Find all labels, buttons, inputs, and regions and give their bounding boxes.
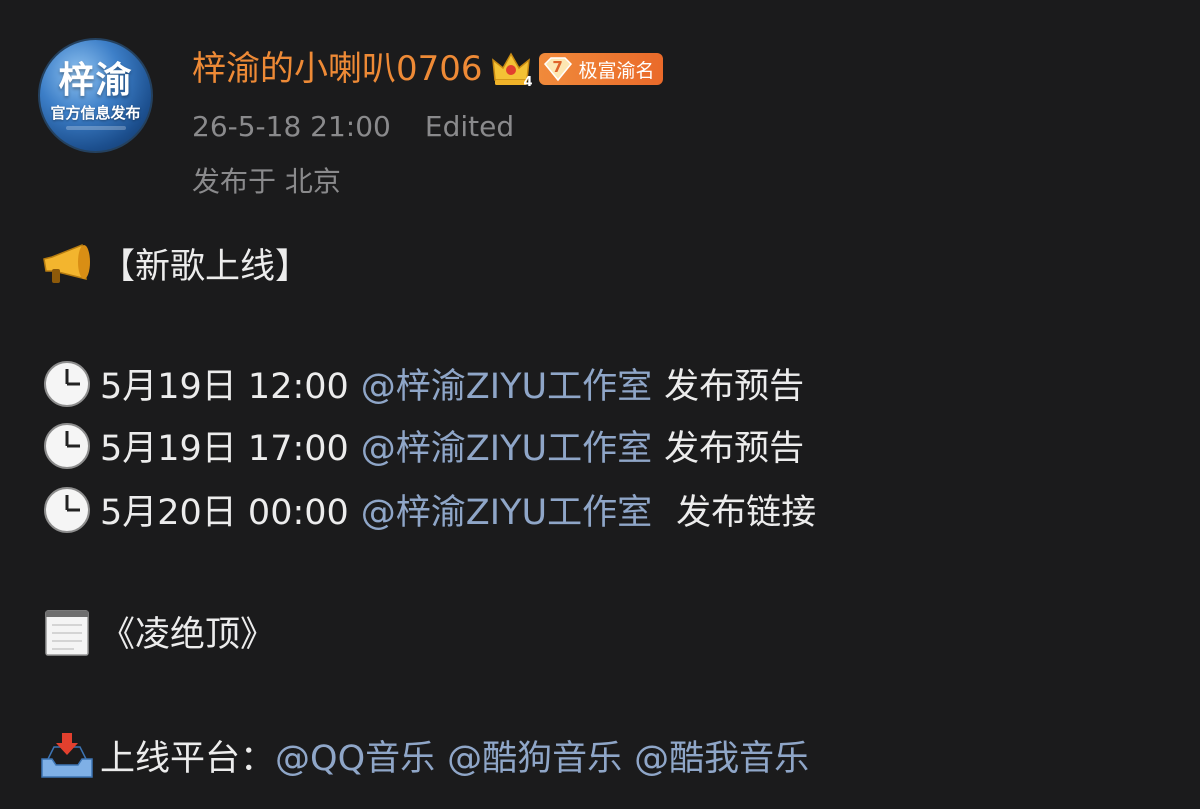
diamond-badge-icon: 7 <box>543 56 573 82</box>
song-line: 《凌绝顶》 <box>38 606 275 657</box>
schedule-action: 发布预告 <box>664 367 805 407</box>
schedule-time: 5月19日 17:00 <box>100 429 349 469</box>
weibo-post: 梓渝 官方信息发布 梓渝的小喇叭0706 4 7 极富渝名 26-5-18 21… <box>0 0 1200 809</box>
song-title: 《凌绝顶》 <box>100 615 276 655</box>
platform-line: 上线平台： @QQ音乐 @酷狗音乐 @酷我音乐 <box>38 730 809 781</box>
megaphone-icon <box>38 239 96 289</box>
edited-label[interactable]: Edited <box>425 110 514 143</box>
inbox-tray-icon <box>38 731 96 781</box>
post-meta: 26-5-18 21:00 Edited <box>192 110 514 143</box>
schedule-time: 5月19日 12:00 <box>100 367 349 407</box>
level-label: 极富渝名 <box>578 59 655 82</box>
username-link[interactable]: 梓渝的小喇叭0706 <box>192 47 483 91</box>
clock-icon <box>38 421 96 471</box>
avatar-subtitle: 官方信息发布 <box>50 104 141 122</box>
avatar-title: 梓渝 <box>58 60 133 101</box>
post-location: 发布于 北京 <box>192 165 341 198</box>
post-title: 【新歌上线】 <box>100 247 311 287</box>
schedule-line: 5月19日 12:00 @梓渝ZIYU工作室 发布预告 <box>38 358 804 409</box>
schedule-time: 5月20日 00:00 <box>100 493 349 533</box>
clock-icon <box>38 485 96 535</box>
crown-icon[interactable]: 4 <box>491 50 533 90</box>
level-number: 7 <box>552 58 563 76</box>
user-header: 梓渝的小喇叭0706 4 7 极富渝名 <box>192 47 663 91</box>
platform-link-qq[interactable]: @QQ音乐 <box>275 730 435 781</box>
avatar[interactable]: 梓渝 官方信息发布 <box>38 38 153 153</box>
crown-level: 4 <box>523 75 533 90</box>
avatar-fine-print <box>65 126 126 130</box>
schedule-action: 发布预告 <box>664 429 805 469</box>
schedule-line: 5月19日 17:00 @梓渝ZIYU工作室 发布预告 <box>38 420 804 471</box>
clock-icon <box>38 359 96 409</box>
platform-label: 上线平台： <box>100 739 276 779</box>
schedule-line: 5月20日 00:00 @梓渝ZIYU工作室 发布链接 <box>38 484 816 535</box>
mention-link[interactable]: @梓渝ZIYU工作室 <box>361 484 652 535</box>
level-badge[interactable]: 7 极富渝名 <box>538 53 663 85</box>
mention-link[interactable]: @梓渝ZIYU工作室 <box>361 358 652 409</box>
mention-link[interactable]: @梓渝ZIYU工作室 <box>361 420 652 471</box>
notepad-icon <box>38 607 96 657</box>
platform-link-kugou[interactable]: @酷狗音乐 <box>447 730 622 781</box>
post-title-line: 【新歌上线】 <box>38 238 310 289</box>
schedule-action: 发布链接 <box>676 493 817 533</box>
platform-link-kuwo[interactable]: @酷我音乐 <box>634 730 809 781</box>
post-timestamp: 26-5-18 21:00 <box>192 110 391 143</box>
